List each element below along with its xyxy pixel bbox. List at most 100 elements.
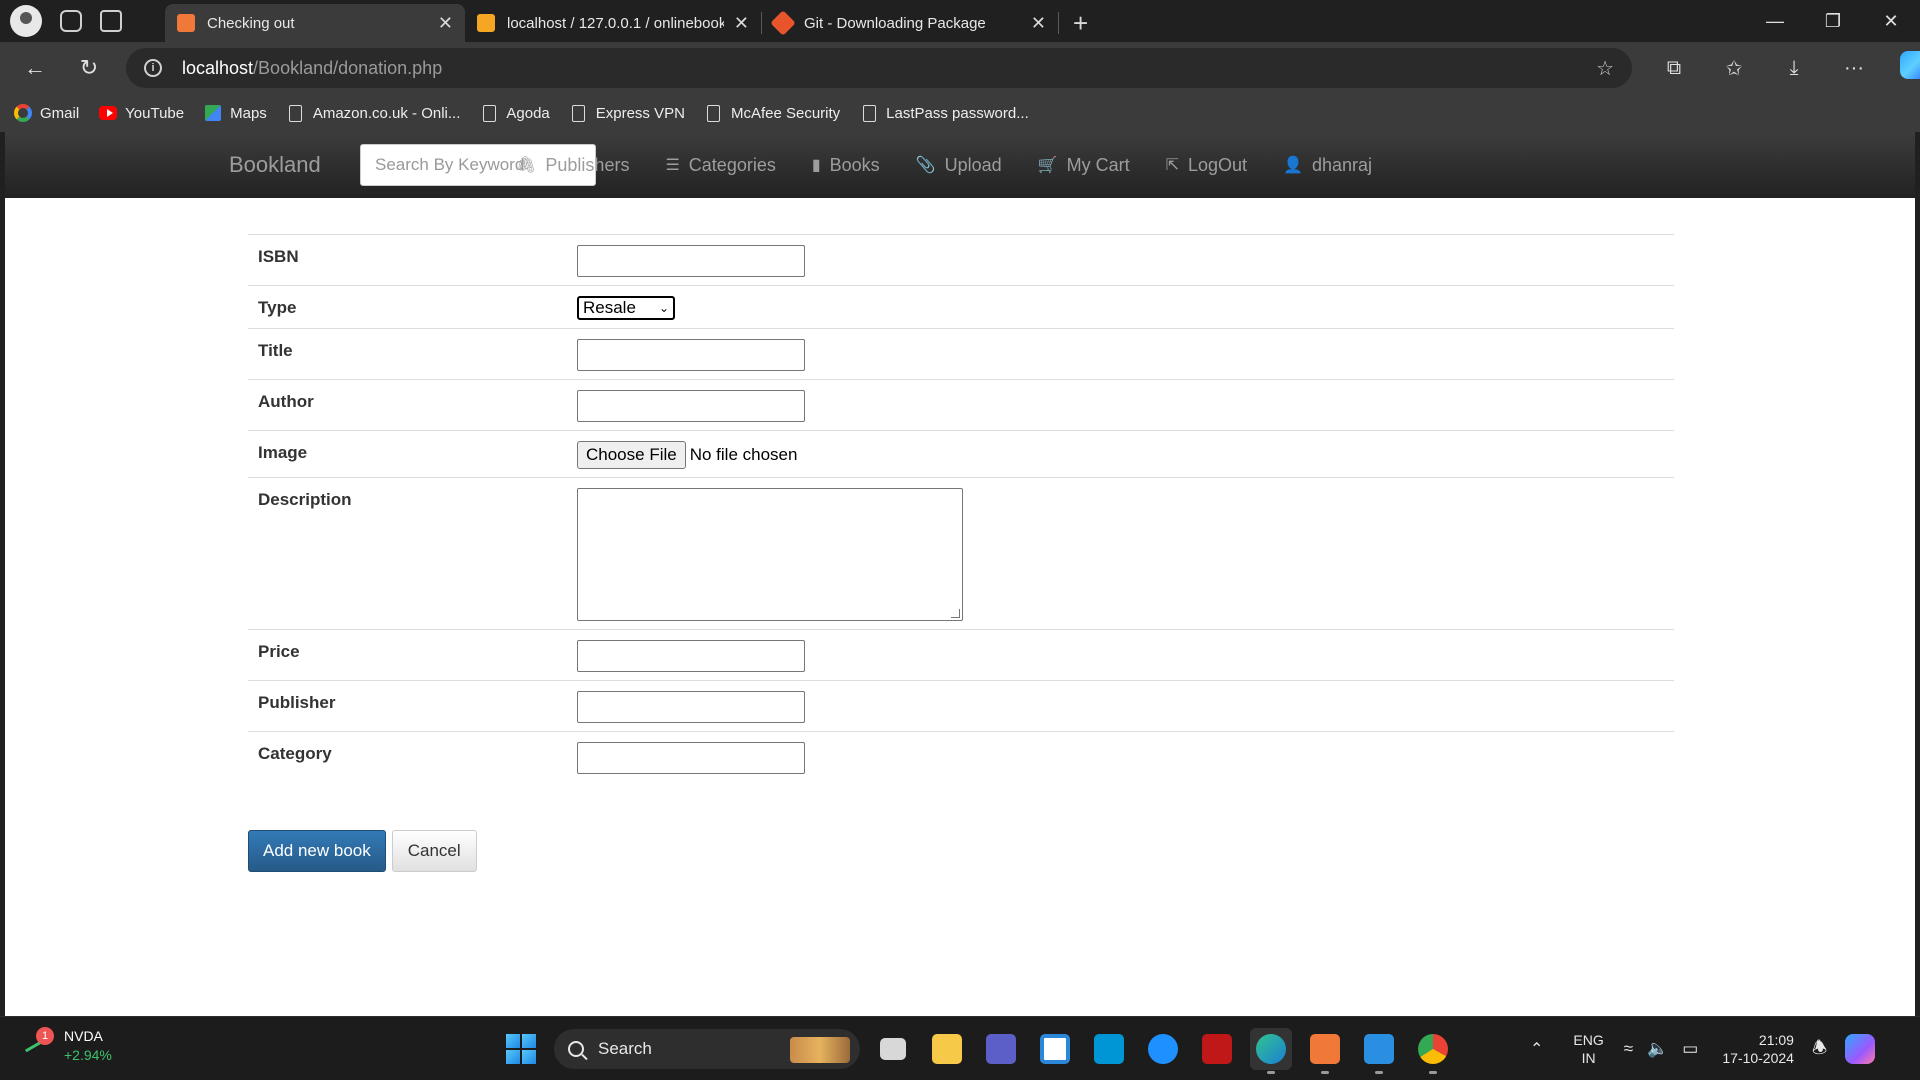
form-row-description: Description (248, 477, 1674, 629)
site-navbar: Bookland 🖇 Publishers ☰ Categories ▮ Books … (5, 132, 1915, 198)
chrome-icon[interactable] (1412, 1028, 1454, 1074)
close-tab-icon[interactable]: ✕ (428, 13, 453, 34)
title-input[interactable] (577, 339, 805, 371)
minimize-icon[interactable]: — (1746, 11, 1804, 32)
type-select[interactable]: Resale ⌄ (577, 296, 675, 320)
isbn-input[interactable] (577, 245, 805, 277)
close-window-icon[interactable]: ✕ (1862, 11, 1920, 32)
bookmark-agoda[interactable]: Agoda (480, 104, 550, 122)
list-icon: ☰ (665, 157, 680, 174)
author-input[interactable] (577, 390, 805, 422)
url-text[interactable]: localhost/Bookland/donation.php (182, 58, 442, 79)
extensions-icon[interactable]: ⧉ (1644, 57, 1704, 80)
site-info-icon[interactable]: i (144, 59, 162, 77)
favorites-icon[interactable]: ✩ (1704, 56, 1764, 81)
language-indicator[interactable]: ENG IN (1573, 1031, 1603, 1067)
add-book-form: ISBN Type Resale ⌄ Title Author Image Cho… (248, 234, 1674, 782)
bookmark-expressvpn[interactable]: Express VPN (570, 104, 685, 122)
publisher-input[interactable] (577, 691, 805, 723)
edge-icon[interactable] (1250, 1028, 1292, 1074)
site-brand[interactable]: Bookland (229, 152, 321, 178)
taskbar-search[interactable]: Search (554, 1029, 860, 1069)
notification-bell-icon[interactable]: 🕭 (1812, 1035, 1827, 1064)
bookmark-youtube[interactable]: YouTube (99, 104, 184, 122)
show-hidden-icons-icon[interactable]: ⌃ (1530, 1039, 1543, 1059)
tab-git-download[interactable]: Git - Downloading Package ✕ (762, 4, 1058, 42)
task-view-icon[interactable] (872, 1028, 914, 1070)
battery-icon[interactable]: ▭ (1682, 1039, 1698, 1059)
window-controls: — ❐ ✕ (1746, 0, 1920, 42)
nav-publishers[interactable]: 🖇 Publishers (516, 155, 629, 176)
clock[interactable]: 21:09 17-10-2024 (1722, 1031, 1794, 1067)
nav-label: My Cart (1066, 154, 1130, 175)
mcafee-icon[interactable] (1196, 1028, 1238, 1070)
author-label: Author (258, 392, 314, 411)
form-actions: Add new book Cancel (248, 830, 477, 872)
publisher-label: Publisher (258, 693, 336, 712)
refresh-icon[interactable]: ↻ (62, 55, 116, 81)
description-textarea[interactable] (577, 488, 963, 621)
nav-logout[interactable]: ⇱ LogOut (1166, 155, 1247, 176)
close-tab-icon[interactable]: ✕ (1021, 13, 1046, 34)
restore-icon[interactable]: ❐ (1804, 11, 1862, 32)
bookmark-lastpass[interactable]: LastPass password... (860, 104, 1029, 122)
store-icon[interactable] (1034, 1028, 1076, 1070)
start-icon[interactable] (506, 1034, 536, 1064)
nav-categories[interactable]: ☰ Categories (665, 155, 775, 176)
nav-books[interactable]: ▮ Books (812, 155, 880, 176)
form-row-type: Type Resale ⌄ (248, 285, 1674, 328)
downloads-icon[interactable]: ⤓ (1764, 57, 1824, 80)
favorite-star-icon[interactable]: ☆ (1596, 56, 1614, 81)
category-label: Category (258, 744, 332, 763)
choose-file-button[interactable]: Choose File (577, 441, 686, 469)
nav-label: Categories (688, 154, 776, 175)
nav-my-cart[interactable]: 🛒 My Cart (1038, 155, 1130, 176)
add-new-book-button[interactable]: Add new book (248, 830, 386, 872)
page-icon (480, 104, 498, 122)
bookmark-mcafee[interactable]: McAfee Security (705, 104, 840, 122)
stock-change: +2.94% (64, 1047, 112, 1063)
bookmark-amazon[interactable]: Amazon.co.uk - Onli... (287, 104, 461, 122)
vertical-tabs-icon[interactable] (100, 10, 122, 32)
price-input[interactable] (577, 640, 805, 672)
vscode-icon[interactable] (1358, 1028, 1400, 1074)
workspaces-icon[interactable] (60, 10, 82, 32)
nav-upload[interactable]: 📎 Upload (916, 155, 1002, 176)
bookmark-label: McAfee Security (730, 104, 841, 122)
profile-icon[interactable] (10, 5, 42, 37)
new-tab-icon[interactable]: + (1059, 4, 1102, 42)
stock-chart-icon: 1 (22, 1027, 54, 1059)
myhp-icon[interactable] (1088, 1028, 1130, 1070)
git-favicon-icon (770, 10, 796, 36)
tab-phpmyadmin[interactable]: localhost / 127.0.0.1 / onlinebook ✕ (465, 4, 761, 42)
cancel-button[interactable]: Cancel (391, 830, 477, 872)
form-row-category: Category (248, 731, 1674, 782)
close-tab-icon[interactable]: ✕ (724, 13, 749, 34)
address-bar[interactable]: i localhost/Bookland/donation.php ☆ (126, 48, 1632, 88)
copilot-taskbar-icon[interactable] (1845, 1034, 1876, 1064)
nav-label: Upload (944, 154, 1002, 175)
xampp-icon[interactable] (1304, 1028, 1346, 1074)
tab-checking-out[interactable]: Checking out ✕ (165, 4, 465, 42)
url-path: /Bookland/donation.php (253, 57, 443, 78)
volume-icon[interactable]: 🔈 (1647, 1039, 1668, 1059)
nav-user[interactable]: 👤 dhanraj (1283, 155, 1372, 176)
description-label: Description (258, 490, 352, 509)
toolbar-right: ⧉ ✩ ⤓ ··· (1644, 42, 1920, 94)
bookmark-label: Amazon.co.uk - Onli... (312, 104, 461, 122)
copilot-icon[interactable] (1884, 51, 1920, 85)
more-menu-icon[interactable]: ··· (1824, 57, 1884, 80)
bookmark-maps[interactable]: Maps (204, 104, 267, 122)
bookmark-label: Gmail (40, 104, 80, 122)
file-explorer-icon[interactable] (926, 1028, 968, 1070)
bookmark-gmail[interactable]: Gmail (14, 104, 79, 122)
stock-widget[interactable]: 1 NVDA +2.94% (22, 1027, 112, 1065)
search-label: Search (598, 1039, 652, 1058)
tab-title: Git - Downloading Package (804, 14, 986, 32)
form-row-title: Title (248, 328, 1674, 379)
help-icon[interactable] (1142, 1028, 1184, 1070)
back-icon[interactable]: ← (8, 55, 62, 81)
category-input[interactable] (577, 742, 805, 774)
wifi-icon[interactable]: ≈ (1624, 1039, 1633, 1059)
teams-icon[interactable] (980, 1028, 1022, 1070)
